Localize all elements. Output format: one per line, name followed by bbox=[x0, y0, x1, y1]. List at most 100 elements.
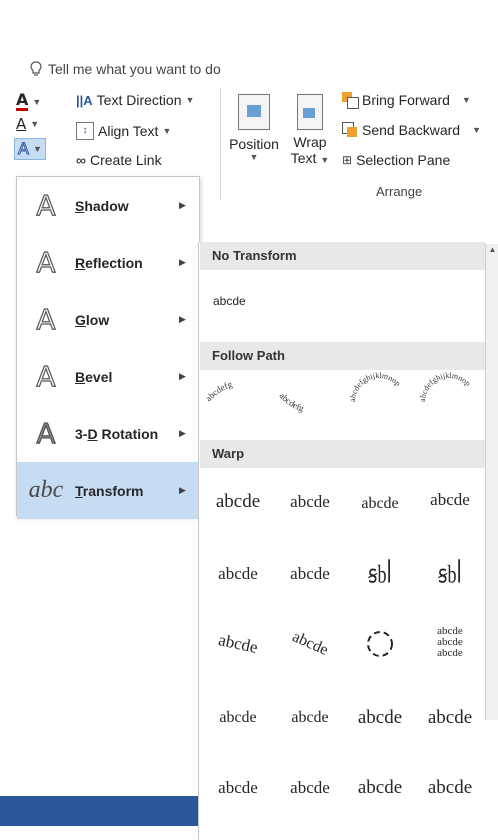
accelerator-key: B bbox=[75, 368, 86, 385]
send-backward-button[interactable]: Send Backward ▼ bbox=[342, 122, 481, 138]
menu-label-rest: hadow bbox=[84, 197, 129, 214]
lightbulb-icon bbox=[30, 61, 42, 76]
menu-label-rest: low bbox=[85, 311, 110, 328]
warp-plain[interactable]: abcde bbox=[203, 482, 273, 522]
menu-item-bevel[interactable]: A Bevel ▶ bbox=[17, 348, 199, 405]
transform-icon: abc bbox=[28, 477, 64, 503]
chevron-down-icon: ▼ bbox=[162, 126, 172, 136]
text-outline-button[interactable]: A ▼ bbox=[16, 116, 39, 132]
menu-label-rest: eflection bbox=[85, 254, 143, 271]
svg-text:abcdefghijklmnop: abcdefghijklmnop bbox=[418, 371, 472, 402]
title-area bbox=[0, 0, 498, 56]
warp-circle-preview bbox=[367, 631, 393, 657]
warp-deflate[interactable]: abcde bbox=[415, 768, 485, 808]
accelerator-key: G bbox=[75, 311, 86, 328]
create-link-label: Create Link bbox=[89, 152, 162, 168]
selection-pane-label: Selection Pane bbox=[356, 152, 451, 168]
align-text-label: Align Text bbox=[98, 123, 159, 139]
arrange-group-label: Arrange bbox=[376, 184, 423, 199]
svg-text:abcdefg: abcdefg bbox=[278, 390, 306, 413]
menu-label-rest: evel bbox=[85, 368, 113, 385]
menu-label-prefix: 3- bbox=[75, 425, 88, 442]
position-button[interactable]: Position ▼ bbox=[224, 88, 284, 180]
accelerator-key: T bbox=[75, 482, 83, 499]
text-direction-icon: ||A bbox=[76, 92, 93, 108]
wrap-text-label-2: Text bbox=[290, 150, 317, 166]
chevron-down-icon: ▼ bbox=[32, 144, 42, 154]
accelerator-key: D bbox=[87, 425, 98, 442]
warp-double-wave-1[interactable]: abcde bbox=[203, 768, 273, 808]
follow-path-arch-up[interactable]: abcdefg bbox=[203, 376, 273, 406]
bring-forward-icon bbox=[342, 92, 359, 109]
section-header: Warp bbox=[200, 440, 486, 468]
warp-stop[interactable]: abcde bbox=[275, 482, 345, 522]
menu-item-label: Transform bbox=[75, 483, 179, 499]
create-link-button[interactable]: ∞ Create Link bbox=[76, 152, 162, 168]
text-fill-button[interactable]: A ▼ bbox=[16, 92, 41, 111]
svg-text:abcdefghijklmnop: abcdefghijklmnop bbox=[348, 371, 402, 402]
warp-button-line: abcde bbox=[437, 635, 463, 648]
warp-can-up[interactable]: abcde bbox=[203, 698, 273, 738]
warp-chevron-up[interactable]: abcde bbox=[203, 554, 273, 594]
warp-button-line: abcde bbox=[437, 646, 463, 659]
menu-item-label: Reflection bbox=[75, 255, 179, 271]
menu-item-reflection[interactable]: A Reflection ▶ bbox=[17, 234, 199, 291]
text-direction-button[interactable]: ||A Text Direction ▼ bbox=[76, 92, 194, 108]
warp-inflate[interactable]: abcde bbox=[345, 768, 415, 808]
svg-text:abcdefg: abcdefg bbox=[205, 379, 234, 403]
send-backward-label: Send Backward bbox=[362, 122, 461, 138]
chevron-down-icon: ▼ bbox=[461, 95, 471, 105]
chevron-down-icon: ▼ bbox=[249, 152, 259, 162]
no-transform-option[interactable]: abcde bbox=[213, 294, 246, 308]
tell-me-box[interactable]: Tell me what you want to do bbox=[30, 57, 221, 81]
section-header: No Transform bbox=[200, 242, 486, 270]
selection-pane-button[interactable]: ⊞ Selection Pane bbox=[342, 152, 450, 168]
chevron-down-icon: ▼ bbox=[30, 119, 40, 129]
warp-triangle-down[interactable]: abcde bbox=[415, 480, 485, 520]
align-text-button[interactable]: ↕ Align Text ▼ bbox=[76, 122, 171, 140]
position-label: Position bbox=[229, 136, 279, 152]
warp-arch-up[interactable]: abcde bbox=[200, 617, 277, 671]
position-icon bbox=[238, 94, 270, 130]
menu-item-glow[interactable]: A Glow ▶ bbox=[17, 291, 199, 348]
arch-up-preview: abcdefg bbox=[203, 379, 234, 403]
warp-chevron-down[interactable]: abcde bbox=[275, 554, 345, 594]
warp-button-line: abcde bbox=[437, 624, 463, 637]
circle-preview: abcdefghijklmnop bbox=[348, 371, 402, 402]
menu-item-shadow[interactable]: A Shadow ▶ bbox=[17, 177, 199, 234]
warp-ring-inside[interactable]: ꞩbꟾ bbox=[345, 546, 415, 602]
wrap-text-button[interactable]: Wrap Text ▼ bbox=[288, 88, 332, 180]
selection-pane-icon: ⊞ bbox=[342, 153, 353, 167]
warp-can-down[interactable]: abcde bbox=[275, 698, 345, 738]
text-effects-button[interactable]: A ▼ bbox=[14, 138, 46, 160]
warp-ring-outside[interactable]: ꞩbꟾ bbox=[415, 546, 485, 602]
warp-button[interactable]: abcde abcde abcde bbox=[415, 622, 485, 662]
warp-circle[interactable] bbox=[345, 624, 415, 664]
follow-path-circle[interactable]: abcdefghijklmnop bbox=[345, 370, 413, 434]
transform-gallery: No Transform abcde Follow Path abcdefg a… bbox=[198, 242, 498, 840]
group-divider bbox=[220, 88, 221, 200]
menu-label-rest: ransform bbox=[82, 482, 144, 499]
menu-item-transform[interactable]: abc Transform ▶ bbox=[17, 462, 199, 519]
warp-arch-down[interactable]: abcde bbox=[270, 611, 350, 676]
follow-path-arch-down[interactable]: abcdefg bbox=[275, 376, 343, 426]
wrap-text-icon bbox=[297, 94, 323, 130]
accelerator-key: R bbox=[75, 254, 86, 271]
send-backward-icon bbox=[342, 122, 358, 138]
glow-icon: A bbox=[36, 302, 56, 336]
scroll-up-arrow-icon[interactable]: ▲ bbox=[486, 244, 498, 256]
bring-forward-button[interactable]: Bring Forward ▼ bbox=[342, 92, 471, 109]
gallery-scrollbar[interactable]: ▲ bbox=[485, 244, 498, 720]
warp-double-wave-2[interactable]: abcde bbox=[275, 768, 345, 808]
warp-wave-1[interactable]: abcde bbox=[345, 698, 415, 738]
menu-item-label: Glow bbox=[75, 312, 179, 328]
align-text-icon: ↕ bbox=[76, 122, 94, 140]
warp-triangle-up[interactable]: abcde bbox=[345, 484, 415, 524]
chevron-right-icon: ▶ bbox=[179, 371, 186, 381]
warp-wave-2[interactable]: abcde bbox=[415, 698, 485, 738]
section-header: Follow Path bbox=[200, 342, 486, 370]
menu-item-label: Shadow bbox=[75, 198, 179, 214]
follow-path-button[interactable]: abcdefghijklmnop bbox=[415, 370, 483, 434]
menu-item-3d-rotation[interactable]: A 3-D Rotation ▶ bbox=[17, 405, 199, 462]
chevron-right-icon: ▶ bbox=[179, 200, 186, 210]
